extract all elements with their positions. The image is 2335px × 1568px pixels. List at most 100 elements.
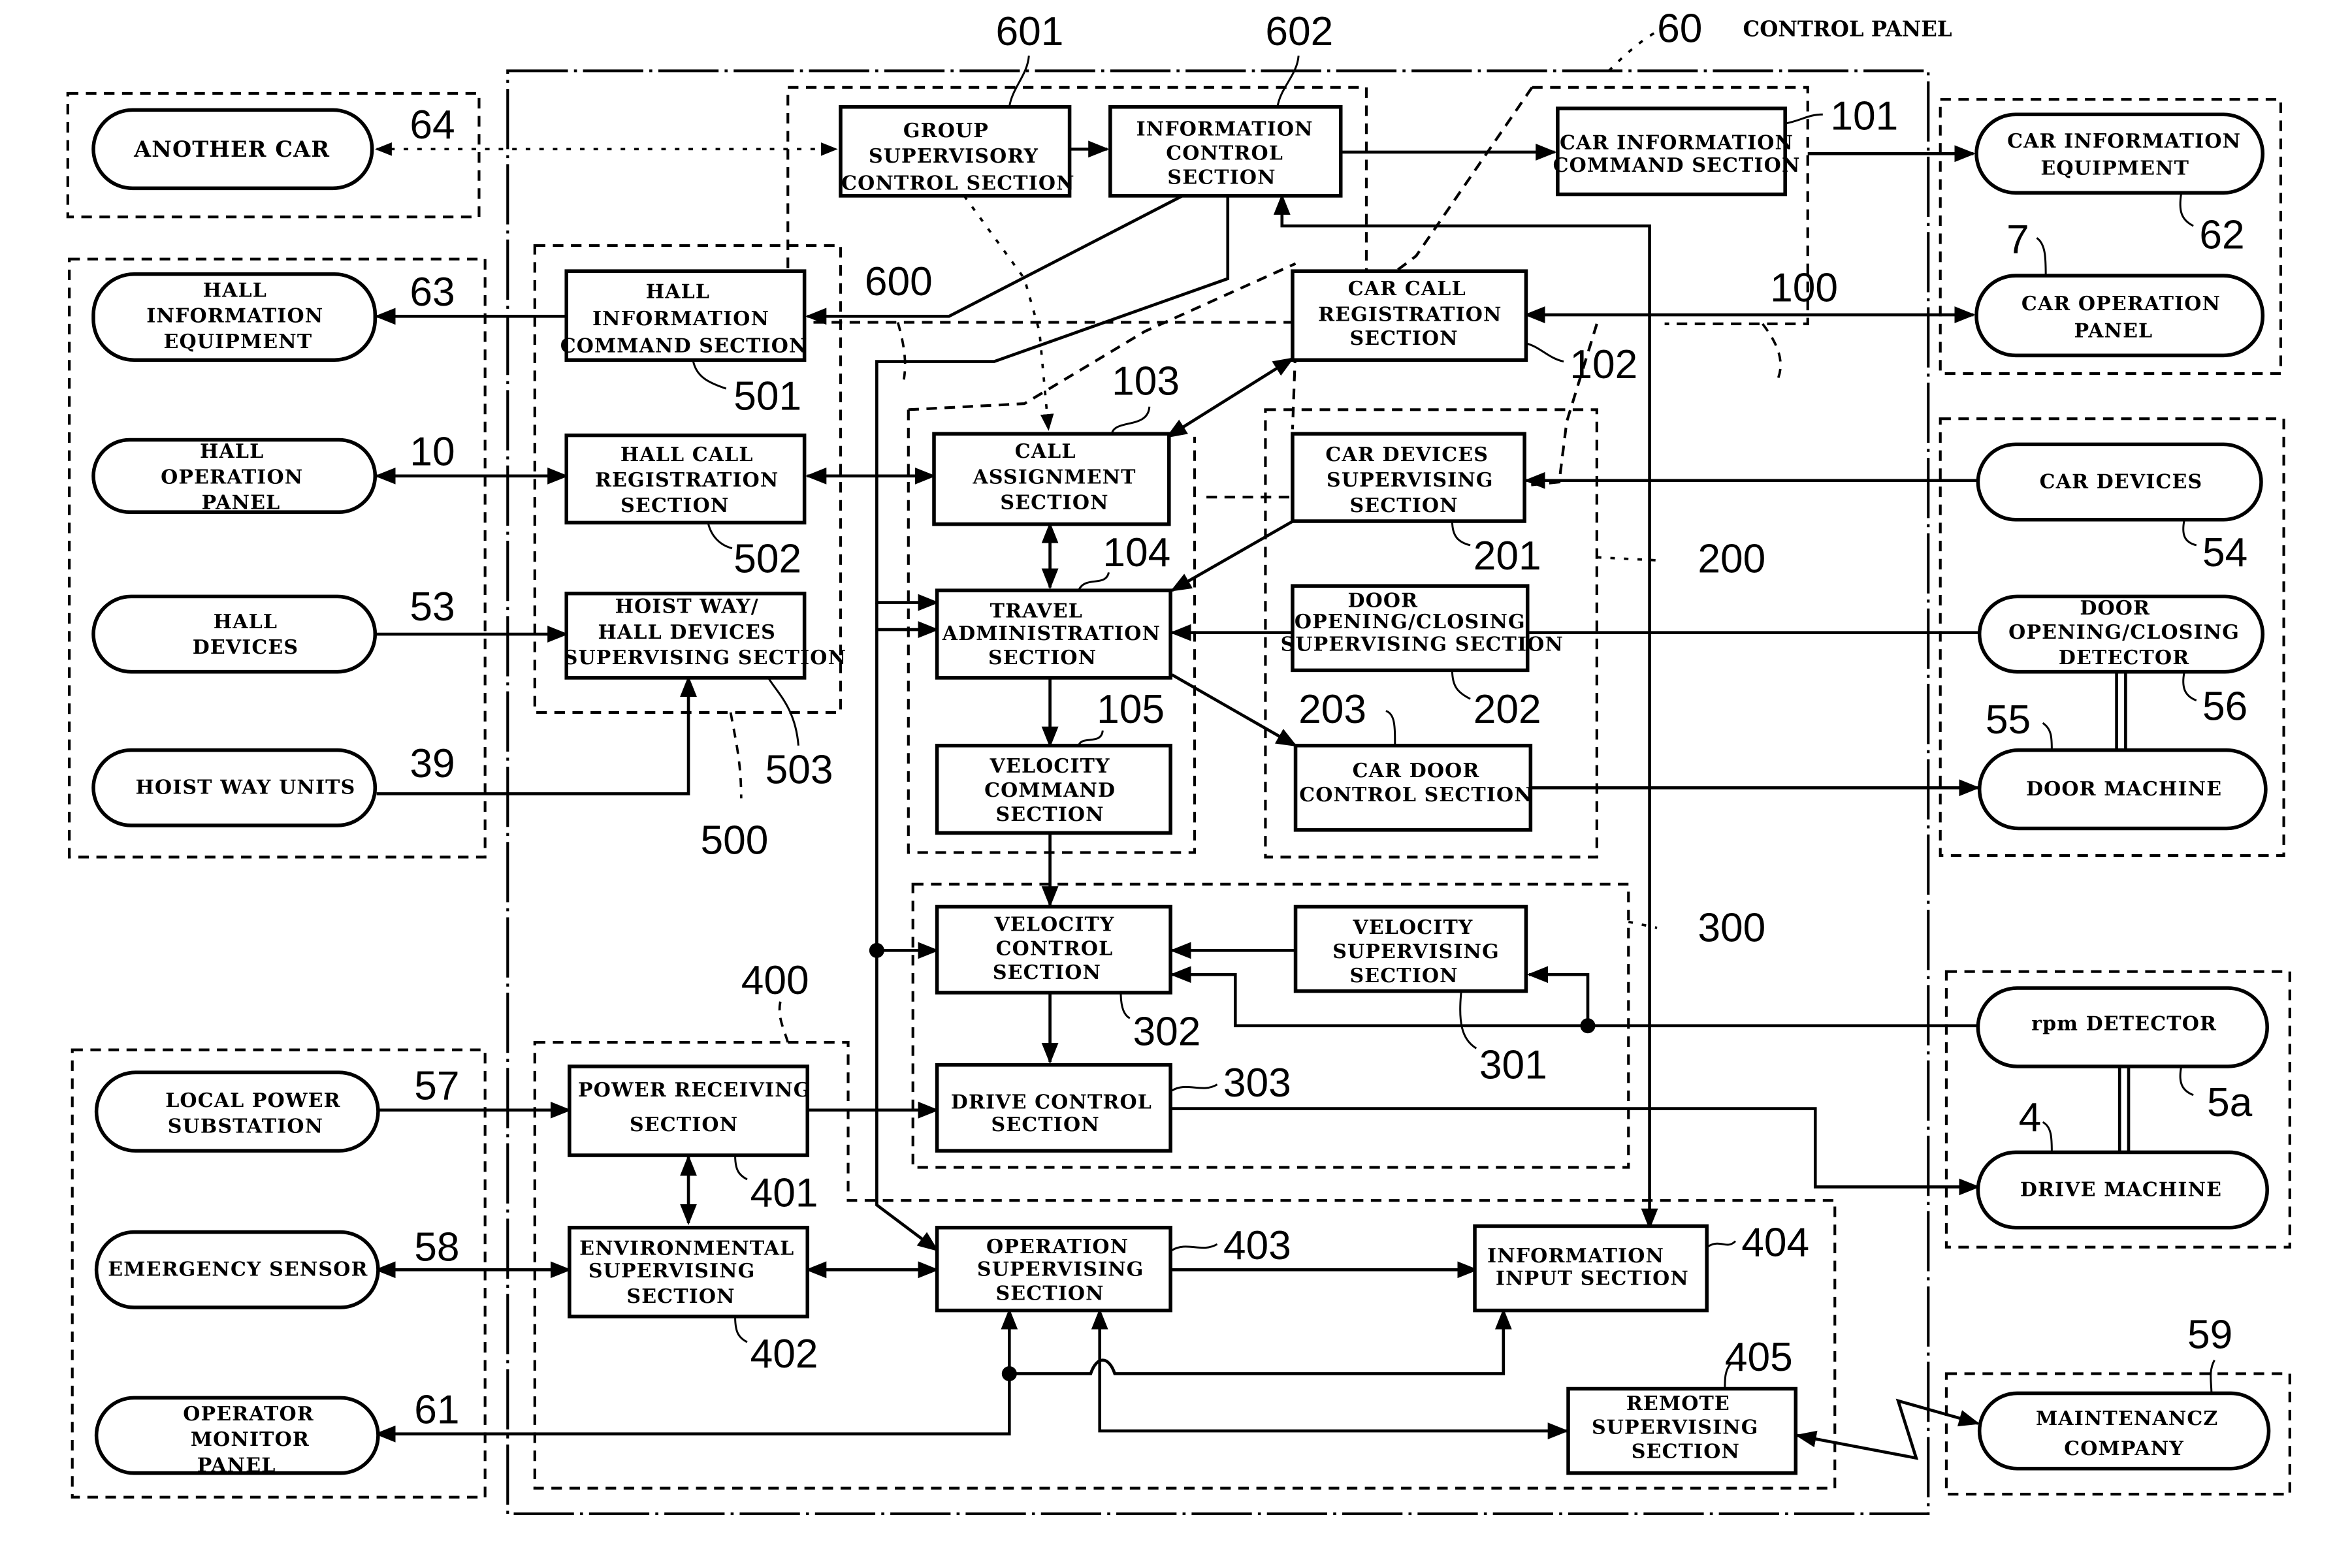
svg-text:CAR OPERATION: CAR OPERATION [2021,293,2221,315]
svg-text:502: 502 [733,536,801,581]
svg-text:303: 303 [1223,1061,1291,1106]
ext-car-devices[interactable]: CAR DEVICES 54 [1976,442,2263,575]
svg-text:MONITOR: MONITOR [191,1428,310,1451]
svg-text:SUBSTATION: SUBSTATION [168,1115,323,1138]
svg-text:SECTION: SECTION [1167,166,1276,189]
section-302-velocity-control[interactable]: VELOCITY CONTROL SECTION 302 [935,904,1201,1055]
section-601-group-supervisory-control[interactable]: GROUP SUPERVISORY CONTROL SECTION 601 [839,9,1075,198]
svg-text:203: 203 [1298,687,1366,732]
svg-text:DEVICES: DEVICES [193,636,299,659]
section-303-drive-control[interactable]: DRIVE CONTROL SECTION 303 [935,1061,1291,1153]
svg-text:39: 39 [410,741,455,786]
ext-hall-devices[interactable]: HALL DEVICES 53 [91,584,455,674]
ext-hoist-way-units[interactable]: HOIST WAY UNITS 39 [91,741,455,827]
svg-text:10: 10 [410,430,455,475]
section-301-velocity-supervising[interactable]: VELOCITY SUPERVISING SECTION 301 [1293,904,1547,1087]
svg-text:57: 57 [414,1064,459,1109]
svg-text:SECTION: SECTION [626,1285,735,1308]
section-503-hoist-way-hall-devices-supervising[interactable]: HOIST WAY/ HALL DEVICES SUPERVISING SECT… [564,591,846,793]
svg-text:SECTION: SECTION [988,647,1097,669]
svg-text:SECTION: SECTION [1349,494,1458,517]
svg-text:HOIST WAY UNITS: HOIST WAY UNITS [135,776,355,799]
svg-text:INFORMATION: INFORMATION [592,308,769,330]
section-402-environmental-supervising[interactable]: ENVIRONMENTAL SUPERVISING SECTION 402 [568,1225,818,1377]
svg-text:104: 104 [1103,530,1170,575]
svg-text:DOOR: DOOR [2080,597,2150,620]
control-panel-title: CONTROL PANEL [1743,16,1952,41]
section-102-car-call-registration[interactable]: CAR CALL REGISTRATION SECTION 102 [1291,269,1637,387]
section-201-car-devices-supervising[interactable]: CAR DEVICES SUPERVISING SECTION 201 [1291,432,1541,579]
ext-operator-monitor-panel[interactable]: OPERATOR MONITOR PANEL 61 [94,1388,460,1477]
ext-hall-operation-panel[interactable]: HALL OPERATION PANEL 10 [91,430,455,515]
svg-text:DETECTOR: DETECTOR [2059,647,2189,669]
svg-text:ANOTHER CAR: ANOTHER CAR [133,136,330,162]
svg-text:600: 600 [865,259,933,304]
svg-text:56: 56 [2202,684,2247,729]
section-602-information-control[interactable]: INFORMATION CONTROL SECTION 602 [1108,9,1343,198]
svg-text:ASSIGNMENT: ASSIGNMENT [972,466,1136,488]
svg-text:105: 105 [1097,687,1165,732]
svg-text:5a: 5a [2207,1080,2253,1125]
svg-text:CALL: CALL [1015,440,1076,463]
section-105-velocity-command[interactable]: VELOCITY COMMAND SECTION 105 [935,687,1172,835]
ext-local-power-substation[interactable]: LOCAL POWER SUBSTATION 57 [94,1064,460,1153]
svg-text:VELOCITY: VELOCITY [993,913,1114,936]
svg-text:OPERATION: OPERATION [161,466,303,488]
section-403-operation-supervising[interactable]: OPERATION SUPERVISING SECTION 403 [935,1223,1291,1313]
svg-text:EQUIPMENT: EQUIPMENT [2040,157,2189,180]
svg-text:500: 500 [701,818,769,863]
svg-text:REGISTRATION: REGISTRATION [595,469,779,492]
svg-text:HALL: HALL [203,279,267,302]
svg-text:HALL: HALL [214,611,278,633]
svg-text:rpm DETECTOR: rpm DETECTOR [2031,1013,2217,1036]
ext-maintenance-company[interactable]: MAINTENANCZ COMPANY 59 [1977,1312,2271,1471]
svg-text:201: 201 [1473,534,1541,579]
svg-text:CAR CALL: CAR CALL [1348,278,1466,300]
svg-text:POWER RECEIVING: POWER RECEIVING [578,1079,811,1102]
svg-text:CONTROL: CONTROL [1166,142,1283,165]
svg-text:405: 405 [1725,1335,1793,1380]
svg-text:LOCAL POWER: LOCAL POWER [165,1089,341,1112]
section-501-hall-information-command[interactable]: HALL INFORMATION COMMAND SECTION 501 [560,269,808,419]
svg-text:COMMAND SECTION: COMMAND SECTION [1553,154,1801,177]
svg-text:HOIST WAY/: HOIST WAY/ [615,596,759,618]
section-502-hall-call-registration[interactable]: HALL CALL REGISTRATION SECTION 502 [564,433,807,582]
section-101-car-information-command[interactable]: CAR INFORMATION COMMAND SECTION 101 [1553,93,1899,197]
section-405-remote-supervising[interactable]: REMOTE SUPERVISING SECTION 405 [1566,1335,1798,1475]
svg-text:200: 200 [1698,536,1765,581]
ext-emergency-sensor[interactable]: EMERGENCY SENSOR 58 [94,1224,460,1309]
svg-text:COMPANY: COMPANY [2064,1437,2184,1460]
svg-text:SUPERVISING: SUPERVISING [588,1260,756,1283]
svg-text:GROUP: GROUP [903,120,989,142]
svg-text:DRIVE CONTROL: DRIVE CONTROL [951,1091,1152,1114]
svg-text:COMMAND SECTION: COMMAND SECTION [560,335,808,358]
svg-text:7: 7 [2006,217,2029,262]
ext-another-car[interactable]: ANOTHER CAR 64 [91,103,455,191]
svg-text:COMMAND: COMMAND [984,779,1116,802]
svg-text:OPENING/CLOSING: OPENING/CLOSING [1295,611,1526,633]
svg-text:64: 64 [410,103,455,148]
svg-text:HALL CALL: HALL CALL [620,443,754,466]
svg-text:CAR DEVICES: CAR DEVICES [1325,443,1489,466]
svg-text:DOOR MACHINE: DOOR MACHINE [2026,778,2222,801]
elevator-control-block-diagram: 60 CONTROL PANEL 600 100 500 200 300 400… [66,7,2291,1516]
svg-text:103: 103 [1112,359,1180,404]
svg-text:4: 4 [2019,1095,2042,1140]
svg-text:SECTION: SECTION [991,1113,1100,1136]
svg-text:REGISTRATION: REGISTRATION [1318,303,1502,326]
svg-text:VELOCITY: VELOCITY [990,755,1110,778]
section-104-travel-administration[interactable]: TRAVEL ADMINISTRATION SECTION 104 [935,530,1172,680]
section-404-information-input[interactable]: INFORMATION INPUT SECTION 404 [1473,1221,1809,1313]
svg-text:58: 58 [414,1224,459,1270]
svg-text:SUPERVISING: SUPERVISING [1592,1416,1759,1439]
svg-text:CAR INFORMATION: CAR INFORMATION [2007,130,2241,153]
svg-text:CONTROL: CONTROL [996,937,1114,960]
section-401-power-receiving[interactable]: POWER RECEIVING SECTION 401 [568,1064,818,1215]
svg-text:INFORMATION: INFORMATION [1487,1245,1664,1268]
svg-text:54: 54 [2202,530,2247,575]
svg-text:SUPERVISORY: SUPERVISORY [869,145,1039,168]
svg-text:63: 63 [410,270,455,315]
svg-text:SUPERVISING: SUPERVISING [1327,469,1494,492]
svg-text:SUPERVISING SECTION: SUPERVISING SECTION [564,647,846,669]
svg-text:602: 602 [1265,9,1333,54]
